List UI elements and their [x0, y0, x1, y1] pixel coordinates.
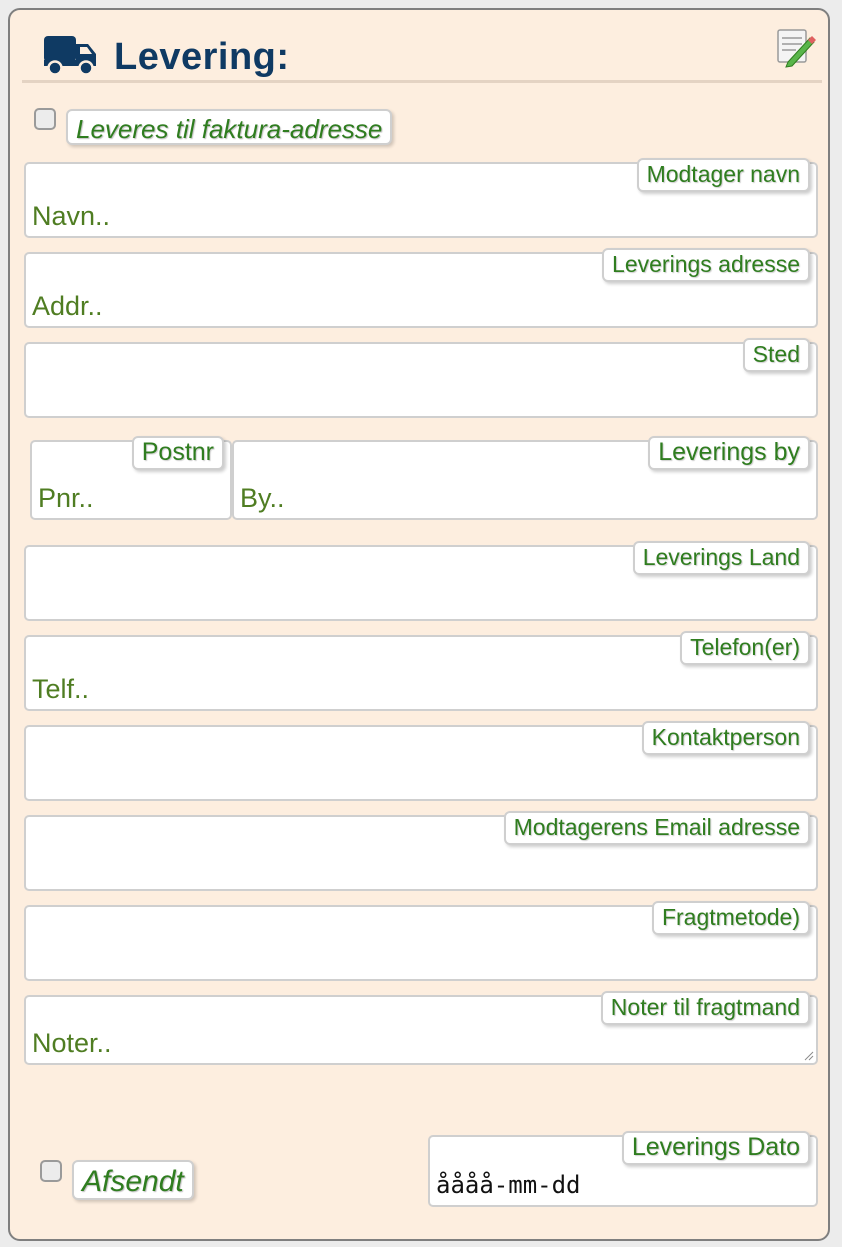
postal-code-label: Postnr	[131, 436, 224, 470]
country-label: Leverings Land	[632, 541, 810, 575]
place-field[interactable]: Sted	[24, 338, 818, 418]
freight-method-field[interactable]: Fragtmetode)	[24, 901, 818, 981]
delivery-date-input[interactable]: åååå-mm-dd	[436, 1171, 581, 1199]
panel-header: Levering:	[22, 20, 822, 83]
city-field[interactable]: Leverings by By..	[232, 436, 818, 520]
freight-method-label: Fragtmetode)	[651, 901, 810, 935]
email-label: Modtagerens Email adresse	[503, 811, 810, 845]
contact-person-label: Kontaktperson	[641, 721, 810, 755]
resize-handle-icon[interactable]	[804, 1051, 814, 1061]
phone-field[interactable]: Telefon(er) Telf..	[24, 631, 818, 711]
delivery-address-field[interactable]: Leverings adresse Addr..	[24, 248, 818, 328]
truck-icon	[44, 36, 96, 76]
notes-input[interactable]: Noter..	[32, 1028, 112, 1059]
delivery-panel: Levering: Leveres til faktura-adresse Mo…	[8, 8, 830, 1241]
sent-label[interactable]: Afsendt	[72, 1160, 194, 1200]
deliver-to-invoice-label[interactable]: Leveres til faktura-adresse	[66, 109, 393, 145]
postal-code-field[interactable]: Postnr Pnr..	[30, 436, 232, 520]
place-label: Sted	[742, 338, 810, 372]
delivery-date-label: Leverings Dato	[621, 1131, 810, 1165]
postal-code-input[interactable]: Pnr..	[38, 483, 94, 514]
notes-label: Noter til fragtmand	[600, 991, 810, 1025]
phone-label: Telefon(er)	[680, 631, 810, 665]
delivery-date-field[interactable]: Leverings Dato åååå-mm-dd	[428, 1131, 818, 1207]
sent-checkbox[interactable]	[40, 1160, 62, 1182]
notes-field[interactable]: Noter til fragtmand Noter..	[24, 991, 818, 1065]
recipient-name-input[interactable]: Navn..	[32, 201, 110, 232]
edit-icon[interactable]	[772, 24, 816, 68]
deliver-to-invoice-checkbox[interactable]	[34, 108, 56, 130]
country-field[interactable]: Leverings Land	[24, 541, 818, 621]
email-field[interactable]: Modtagerens Email adresse	[24, 811, 818, 891]
delivery-address-label: Leverings adresse	[602, 248, 810, 282]
city-input[interactable]: By..	[240, 483, 285, 514]
city-label: Leverings by	[648, 436, 810, 470]
recipient-name-field[interactable]: Modtager navn Navn..	[24, 158, 818, 238]
recipient-name-label: Modtager navn	[636, 158, 810, 192]
delivery-address-input[interactable]: Addr..	[32, 291, 103, 322]
contact-person-field[interactable]: Kontaktperson	[24, 721, 818, 801]
page-title: Levering:	[114, 36, 290, 78]
phone-input[interactable]: Telf..	[32, 674, 89, 705]
